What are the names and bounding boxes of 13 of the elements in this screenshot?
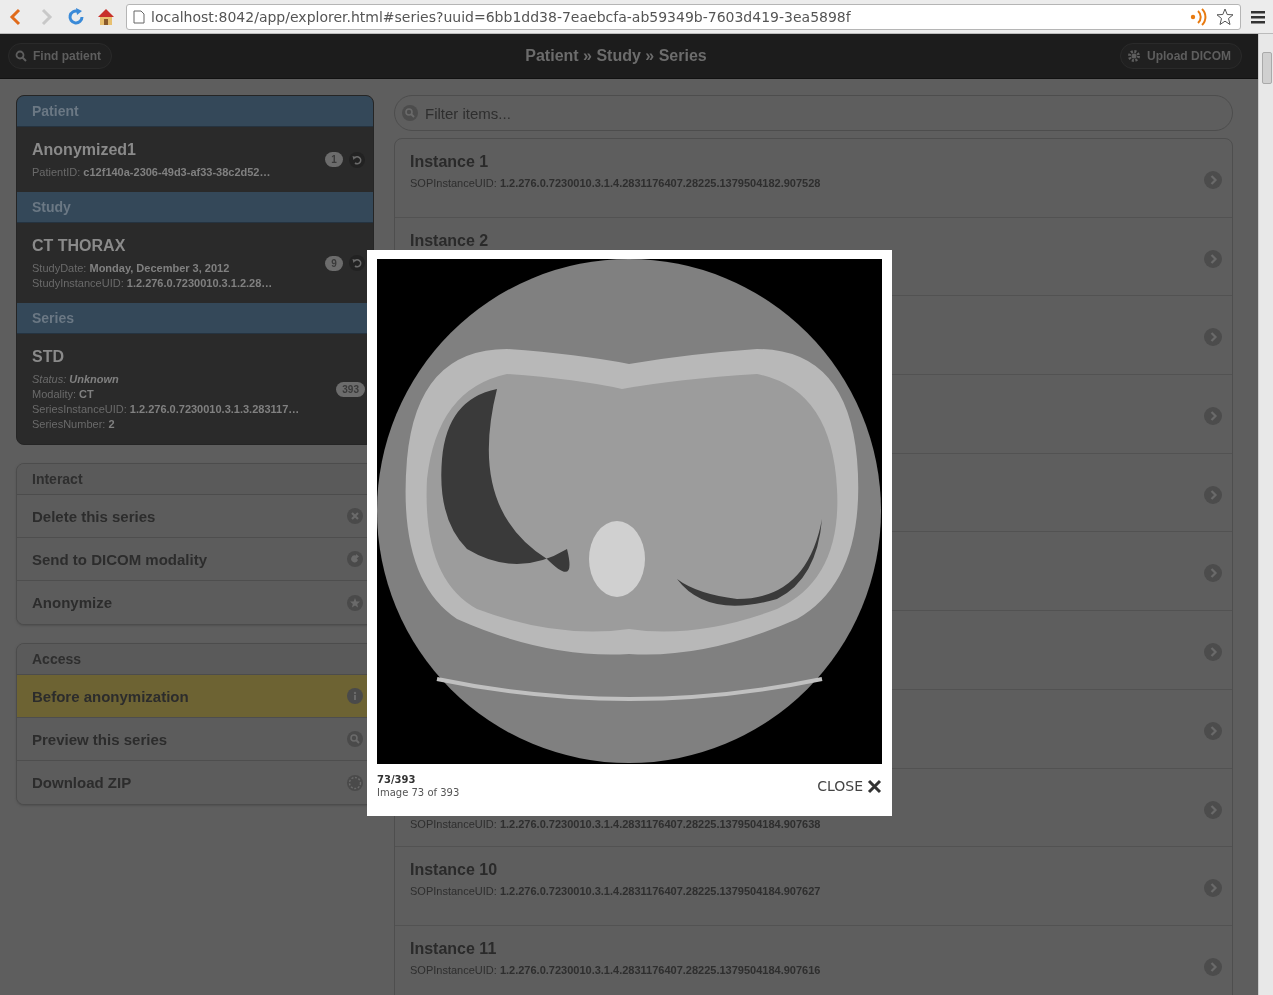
image-caption: Image 73 of 393 bbox=[377, 787, 460, 798]
detail-text: SeriesInstanceUID: 1.2.276.0.7230010.3.1.3.283117… bbox=[32, 403, 301, 415]
section-title: CT THORAX bbox=[32, 237, 127, 255]
breadcrumb: Patient » Study » Series bbox=[525, 47, 707, 65]
detail-text: PatientID: c12f140a-2306-49d3-af33-38c2d52… bbox=[32, 166, 272, 178]
detail-text: Modality: CT bbox=[32, 388, 95, 400]
section-title: Anonymized1 bbox=[32, 141, 137, 159]
detail-text: Status: Unknown bbox=[32, 373, 120, 385]
detail-text: StudyDate: Monday, December 3, 2012 bbox=[32, 262, 231, 274]
detail-text: StudyInstanceUID: 1.2.276.0.7230010.3.1.2.28… bbox=[32, 277, 274, 289]
detail-text: SeriesNumber: 2 bbox=[32, 418, 116, 430]
section-title: STD bbox=[32, 348, 65, 366]
image-counter: 73/393 bbox=[377, 774, 417, 785]
